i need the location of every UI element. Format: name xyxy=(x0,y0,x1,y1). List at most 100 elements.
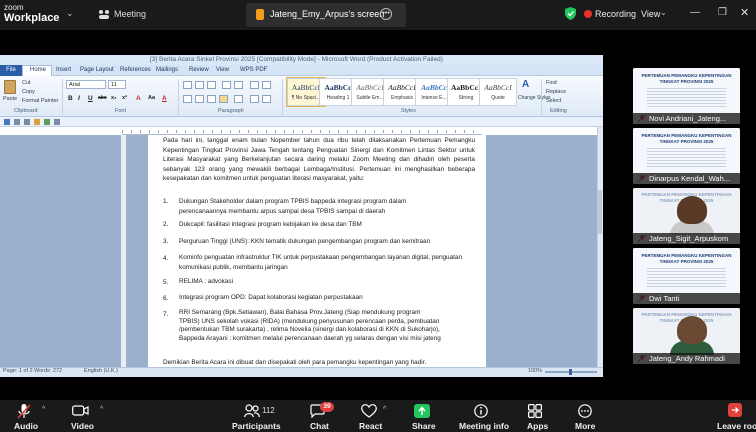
list-item[interactable]: Dukcapil: fasilitasi integrasi program k… xyxy=(179,220,475,230)
participant-tile[interactable]: PERTEMUAN PEMANGKU KEPENTINGANTINGKAT PR… xyxy=(633,188,740,244)
scrollbar-thumb[interactable] xyxy=(598,190,602,234)
replace-button[interactable]: Replace xyxy=(546,89,566,95)
tab-page-layout[interactable]: Page Layout xyxy=(80,67,114,73)
recording-label[interactable]: Recording xyxy=(595,9,636,19)
tab-references[interactable]: References xyxy=(120,67,151,73)
participants-icon[interactable] xyxy=(244,404,260,418)
word-count[interactable]: Words: 272 xyxy=(34,368,62,374)
tab-wps-pdf[interactable]: WPS PDF xyxy=(240,67,267,73)
align-center-icon[interactable] xyxy=(195,95,204,103)
page-count[interactable]: Page: 1 of 2 xyxy=(3,368,33,374)
increase-indent-icon[interactable] xyxy=(234,81,243,89)
more-button[interactable]: More xyxy=(575,421,595,431)
list-item[interactable]: Perguruan Tinggi (UNS): KKN tematik duku… xyxy=(179,237,475,247)
numbering-icon[interactable] xyxy=(195,81,204,89)
bold-button[interactable]: B xyxy=(68,95,73,102)
maximize-icon[interactable]: ❐ xyxy=(718,7,727,18)
list-item[interactable]: Kominfo penguatan infrastruktur TIK untu… xyxy=(179,253,475,272)
chevron-down-icon[interactable]: ⌄ xyxy=(660,8,667,17)
word-title-text: [3] Berita Acara Sinkel Provinsi 2025 [C… xyxy=(150,56,443,63)
decrease-indent-icon[interactable] xyxy=(222,81,231,89)
vertical-ruler[interactable] xyxy=(121,135,126,367)
shield-icon[interactable] xyxy=(565,7,576,20)
info-icon[interactable] xyxy=(474,404,488,418)
more-options-icon[interactable]: ••• xyxy=(380,8,392,20)
shading-icon[interactable] xyxy=(250,95,259,103)
meeting-icon[interactable] xyxy=(98,9,110,19)
format-painter-button[interactable]: Format Painter xyxy=(22,98,58,104)
document-closing[interactable]: Demikian Berita Acara ini dibuat dan dis… xyxy=(163,358,475,367)
view-button[interactable]: View xyxy=(641,9,660,19)
cut-button[interactable]: Cut xyxy=(22,80,31,86)
list-item[interactable]: Integrasi program OPD: Dapat kolaborasi … xyxy=(179,293,475,303)
zoom-slider-thumb[interactable] xyxy=(569,369,572,375)
italic-button[interactable]: I xyxy=(78,95,80,102)
superscript-button[interactable]: x² xyxy=(122,95,127,101)
meeting-tab-label[interactable]: Meeting xyxy=(114,9,146,19)
chevron-up-icon[interactable]: ^ xyxy=(100,406,103,413)
change-case-button[interactable]: Aa xyxy=(148,95,155,101)
tab-file[interactable]: File xyxy=(0,65,22,76)
sort-icon[interactable] xyxy=(250,81,259,89)
chevron-up-icon[interactable]: ^ xyxy=(383,406,386,413)
language-indicator[interactable]: English (U.K.) xyxy=(84,368,118,374)
borders-icon[interactable] xyxy=(262,95,271,103)
multilevel-list-icon[interactable] xyxy=(207,81,216,89)
text-effects-button[interactable]: A xyxy=(136,95,141,102)
subscript-button[interactable]: x₂ xyxy=(111,95,117,101)
share-button[interactable]: Share xyxy=(412,421,436,431)
participants-button[interactable]: Participants xyxy=(232,421,281,431)
close-icon[interactable]: ✕ xyxy=(740,6,749,19)
align-right-icon[interactable] xyxy=(207,95,216,103)
video-button[interactable]: Video xyxy=(71,421,94,431)
tab-mailings[interactable]: Mailings xyxy=(156,67,178,73)
document-intro-paragraph[interactable]: Pada hari ini, tanggal enam bulan Nopemb… xyxy=(163,136,475,184)
chevron-down-icon[interactable]: ⌄ xyxy=(66,8,74,19)
leave-room-button[interactable]: Leave room xyxy=(717,421,756,431)
list-item[interactable]: RELIMA : advokasi xyxy=(179,277,475,287)
show-marks-icon[interactable] xyxy=(262,81,271,89)
tab-view[interactable]: View xyxy=(216,67,229,73)
more-icon[interactable] xyxy=(578,404,592,418)
justify-icon[interactable] xyxy=(219,95,228,103)
tab-home[interactable]: Home xyxy=(30,67,46,73)
paste-icon[interactable] xyxy=(4,80,16,94)
select-button[interactable]: Select xyxy=(546,98,561,104)
participant-tile[interactable]: PERTEMUAN PEMANGKU KEPENTINGANTINGKAT PR… xyxy=(633,308,740,364)
apps-button[interactable]: Apps xyxy=(527,421,548,431)
tab-insert[interactable]: Insert xyxy=(56,67,71,73)
change-styles-icon[interactable]: A xyxy=(522,79,536,92)
font-size-select[interactable]: 11 xyxy=(108,80,126,89)
style-quote[interactable]: AaBbCcI Quote xyxy=(479,78,517,106)
strikethrough-button[interactable]: abc xyxy=(98,95,107,101)
video-camera-icon[interactable] xyxy=(72,404,89,417)
underline-button[interactable]: U xyxy=(88,95,93,102)
find-button[interactable]: Find xyxy=(546,80,557,86)
list-item[interactable]: RRI Semarang (Bpk.Setiawan), Balai Bahas… xyxy=(179,309,441,343)
apps-icon[interactable] xyxy=(528,404,542,418)
zoom-level[interactable]: 100% xyxy=(528,368,542,374)
tab-review[interactable]: Review xyxy=(189,67,209,73)
participant-tile[interactable]: PERTEMUAN PEMANGKU KEPENTINGANTINGKAT PR… xyxy=(633,248,740,304)
list-item[interactable]: Dukungan Stakeholder dalam program TPBIS… xyxy=(179,197,439,216)
vertical-scrollbar[interactable] xyxy=(597,127,603,367)
quick-access-icons[interactable] xyxy=(4,118,64,126)
participant-tile[interactable]: PERTEMUAN PEMANGKU KEPENTINGANTINGKAT PR… xyxy=(633,128,740,184)
react-button[interactable]: React xyxy=(359,421,382,431)
font-name-select[interactable]: Arial xyxy=(66,80,106,89)
muted-mic-icon[interactable] xyxy=(17,404,31,419)
copy-button[interactable]: Copy xyxy=(22,89,35,95)
minimize-icon[interactable]: — xyxy=(690,7,700,18)
audio-button[interactable]: Audio xyxy=(14,421,38,431)
heart-icon[interactable] xyxy=(361,404,377,418)
meeting-info-button[interactable]: Meeting info xyxy=(459,421,509,431)
participant-tile[interactable]: PERTEMUAN PEMANGKU KEPENTINGANTINGKAT PR… xyxy=(633,68,740,124)
line-spacing-icon[interactable] xyxy=(234,95,243,103)
align-left-icon[interactable] xyxy=(183,95,192,103)
chat-button[interactable]: Chat xyxy=(310,421,329,431)
paste-button[interactable]: Paste xyxy=(3,96,17,102)
ribbon-divider xyxy=(541,79,542,115)
bullets-icon[interactable] xyxy=(183,81,192,89)
font-color-button[interactable]: A xyxy=(162,95,167,102)
chevron-up-icon[interactable]: ^ xyxy=(42,406,45,413)
